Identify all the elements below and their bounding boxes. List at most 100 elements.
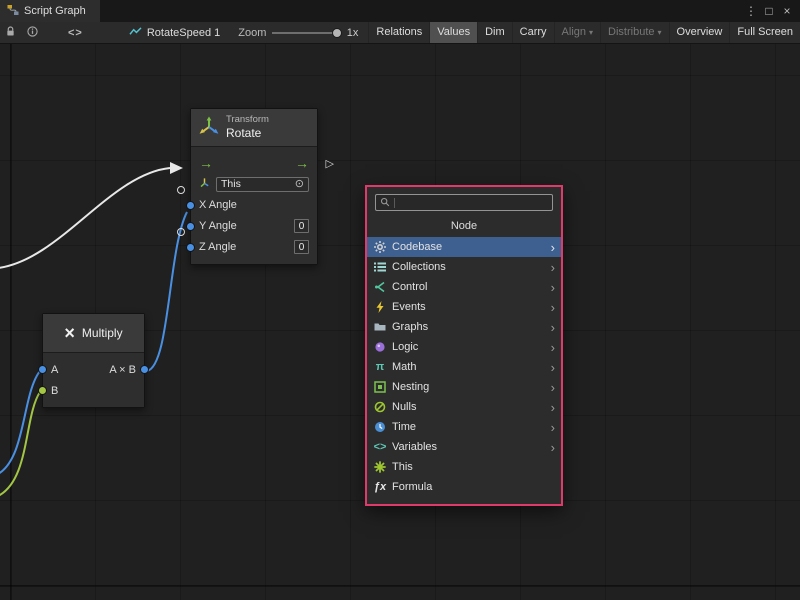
finder-item-this[interactable]: This [367, 457, 561, 477]
finder-item-events[interactable]: Events › [367, 297, 561, 317]
chevron-right-icon: › [551, 361, 555, 374]
chevron-right-icon: › [551, 261, 555, 274]
finder-item-nesting[interactable]: Nesting › [367, 377, 561, 397]
port-b[interactable] [38, 386, 47, 395]
this-object-field[interactable]: This ⊙ [216, 177, 309, 192]
close-button[interactable]: × [778, 0, 796, 22]
finder-header: Node [367, 214, 561, 237]
folder-icon [373, 321, 387, 334]
item-label: Control [392, 281, 427, 293]
zoom-value: 1x [347, 27, 359, 39]
port-highlight-ring [177, 228, 185, 236]
y-angle-input[interactable]: 0 [294, 219, 309, 233]
values-button[interactable]: Values [429, 22, 477, 44]
search-input[interactable] [399, 196, 548, 209]
finder-item-codebase[interactable]: Codebase › [367, 237, 561, 257]
chevron-right-icon: › [551, 441, 555, 454]
logic-icon [373, 341, 387, 354]
lock-icon [6, 26, 15, 40]
finder-item-time[interactable]: Time › [367, 417, 561, 437]
info-icon [27, 26, 38, 40]
origin-axis-horizontal [0, 585, 800, 587]
flow-output-icon[interactable]: → [295, 156, 309, 170]
origin-axis-vertical [10, 44, 12, 600]
node-header: Transform Rotate [191, 109, 317, 147]
finder-item-variables[interactable]: <> Variables › [367, 437, 561, 457]
zoom-slider-track [272, 32, 340, 34]
flow-continue-icon: ▷ [326, 157, 334, 170]
object-picker-icon[interactable]: ⊙ [295, 179, 304, 190]
node-multiply[interactable]: × Multiply A A × B B [42, 313, 145, 408]
item-label: Collections [392, 261, 446, 273]
tab-script-graph[interactable]: Script Graph [0, 0, 100, 22]
port-output[interactable] [140, 365, 149, 374]
item-label: Events [392, 301, 426, 313]
graph-toolbar: <> RotateSpeed 1 Zoom 1x Relations Value… [0, 22, 800, 44]
port-y-angle[interactable] [186, 222, 195, 231]
this-row: This ⊙ [191, 174, 317, 195]
list-icon [373, 261, 387, 274]
item-label: Variables [392, 441, 437, 453]
chevron-right-icon: › [551, 341, 555, 354]
distribute-dropdown[interactable]: Distribute▾ [600, 22, 668, 44]
graph-canvas[interactable]: Transform Rotate → → ▷ This ⊙ X [0, 44, 800, 600]
port-z-angle[interactable] [186, 243, 195, 252]
node-transform-rotate[interactable]: Transform Rotate → → ▷ This ⊙ X [190, 108, 318, 265]
wire-flow-white [0, 168, 170, 268]
finder-item-logic[interactable]: Logic › [367, 337, 561, 357]
zoom-slider-handle[interactable] [332, 28, 342, 38]
more-options-button[interactable]: ⋮ [742, 0, 760, 22]
chevron-right-icon: › [551, 241, 555, 254]
code-preview-button[interactable]: <> [62, 22, 89, 44]
zoom-label: Zoom [238, 27, 266, 39]
port-highlight-ring [177, 186, 185, 194]
node-title: Multiply [82, 326, 123, 340]
flow-input-icon[interactable]: → [199, 156, 213, 170]
fullscreen-button[interactable]: Full Screen [729, 22, 800, 44]
node-category: Transform [226, 114, 269, 126]
overview-button[interactable]: Overview [669, 22, 730, 44]
z-angle-input[interactable]: 0 [294, 240, 309, 254]
info-button[interactable] [21, 22, 44, 44]
finder-item-control[interactable]: Control › [367, 277, 561, 297]
wire-flow-arrowhead [170, 162, 183, 174]
fuzzy-finder: Node Codebase › Collections › Control › … [365, 185, 563, 506]
window-controls: ⋮ □ × [742, 0, 800, 22]
finder-list: Codebase › Collections › Control › Event… [367, 237, 561, 504]
lock-button[interactable] [0, 22, 21, 44]
z-angle-row: Z Angle 0 [191, 237, 317, 258]
graph-name: RotateSpeed 1 [147, 27, 220, 39]
toolbar-button-group: Relations Values Dim Carry Align▾ Distri… [368, 22, 800, 44]
flow-row: → → ▷ [191, 153, 317, 174]
relations-button[interactable]: Relations [368, 22, 429, 44]
star-icon [373, 461, 387, 474]
finder-item-formula[interactable]: ƒx Formula [367, 477, 561, 497]
pi-icon: π [373, 361, 387, 374]
finder-item-graphs[interactable]: Graphs › [367, 317, 561, 337]
port-x-angle[interactable] [186, 201, 195, 210]
maximize-button[interactable]: □ [760, 0, 778, 22]
finder-item-nulls[interactable]: Nulls › [367, 397, 561, 417]
dim-button[interactable]: Dim [477, 22, 512, 44]
multiply-icon: × [64, 324, 75, 342]
dropdown-arrow-icon: ▾ [658, 22, 662, 43]
align-dropdown[interactable]: Align▾ [554, 22, 600, 44]
transform-icon [199, 116, 219, 139]
x-angle-row: X Angle [191, 195, 317, 216]
y-angle-label: Y Angle [199, 220, 237, 232]
script-graph-icon [7, 4, 19, 19]
finder-search-field[interactable] [375, 194, 553, 211]
output-label: A × B [109, 364, 136, 376]
b-label: B [51, 385, 58, 397]
finder-item-collections[interactable]: Collections › [367, 257, 561, 277]
graph-breadcrumb[interactable]: RotateSpeed 1 [129, 26, 220, 40]
chevron-right-icon: › [551, 281, 555, 294]
finder-item-math[interactable]: π Math › [367, 357, 561, 377]
carry-button[interactable]: Carry [512, 22, 554, 44]
port-a[interactable] [38, 365, 47, 374]
zoom-slider[interactable] [272, 22, 340, 44]
item-label: Time [392, 421, 416, 433]
null-icon [373, 401, 387, 414]
bolt-icon [373, 301, 387, 314]
a-label: A [51, 364, 58, 376]
